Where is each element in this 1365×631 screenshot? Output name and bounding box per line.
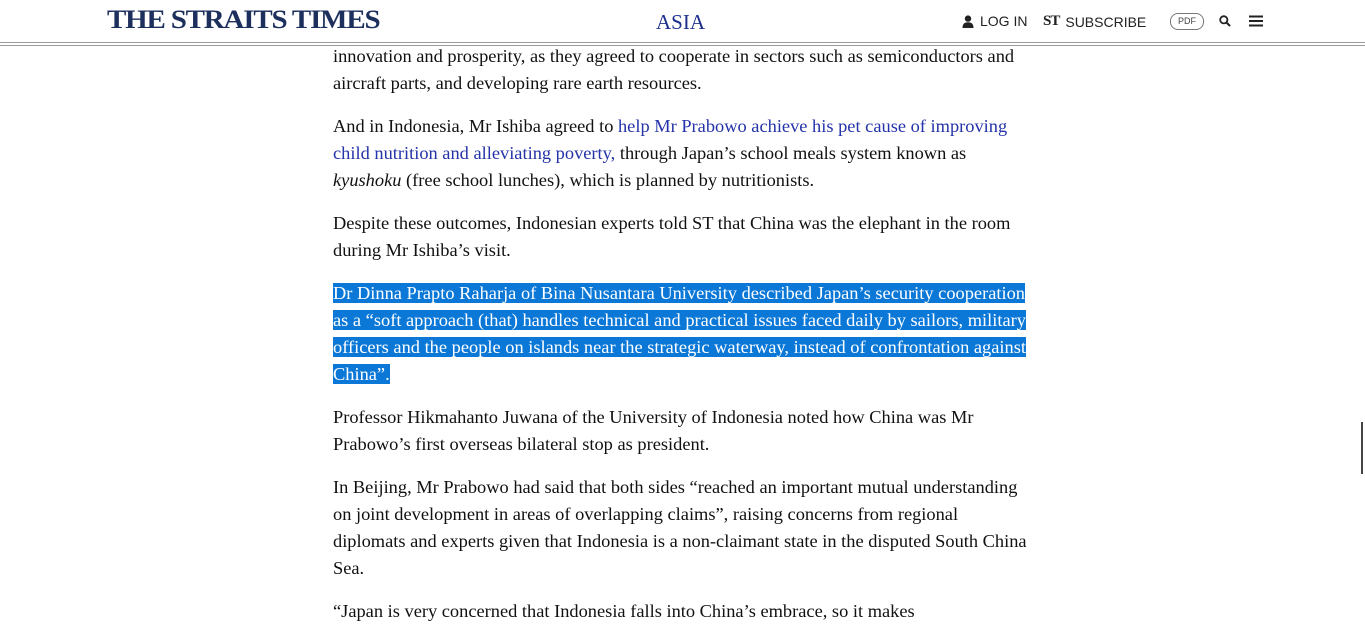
article-body: innovation and prosperity, as they agree… <box>333 43 1033 631</box>
paragraph-text: through Japan’s school meals system know… <box>615 143 967 163</box>
menu-button[interactable] <box>1249 14 1263 27</box>
search-button[interactable] <box>1219 14 1233 28</box>
subscribe-button[interactable]: ST SUBSCRIBE <box>1043 13 1146 30</box>
login-button[interactable]: LOG IN <box>962 13 1027 29</box>
article-paragraph: “Japan is very concerned that Indonesia … <box>333 601 915 621</box>
hamburger-menu-icon <box>1249 15 1263 27</box>
login-label: LOG IN <box>980 13 1028 29</box>
user-icon <box>962 14 974 28</box>
article-paragraph: And in Indonesia, Mr Ishiba agreed to he… <box>333 113 1033 194</box>
article-paragraph-selected[interactable]: Dr Dinna Prapto Raharja of Bina Nusantar… <box>333 280 1033 388</box>
search-icon <box>1219 15 1231 27</box>
paragraph-text: And in Indonesia, Mr Ishiba agreed to <box>333 116 618 136</box>
paragraph-text: (free school lunches), which is planned … <box>401 170 815 190</box>
scrollbar-thumb[interactable] <box>1361 422 1363 474</box>
pdf-button[interactable]: PDF <box>1170 13 1204 30</box>
site-header: THE STRAITS TIMES ASIA LOG IN ST SUBSCRI… <box>0 0 1365 42</box>
st-logo-mark: ST <box>1043 13 1060 29</box>
article-paragraph: Despite these outcomes, Indonesian exper… <box>333 213 1011 260</box>
site-logo[interactable]: THE STRAITS TIMES <box>107 5 381 35</box>
subscribe-label: SUBSCRIBE <box>1065 13 1147 30</box>
article-paragraph: In Beijing, Mr Prabowo had said that bot… <box>333 477 1027 578</box>
article-paragraph: innovation and prosperity, as they agree… <box>333 46 1015 93</box>
section-title[interactable]: ASIA <box>656 10 705 35</box>
article-paragraph: Professor Hikmahanto Juwana of the Unive… <box>333 407 974 454</box>
selected-text[interactable]: Dr Dinna Prapto Raharja of Bina Nusantar… <box>333 283 1026 384</box>
emphasized-term: kyushoku <box>333 170 402 190</box>
